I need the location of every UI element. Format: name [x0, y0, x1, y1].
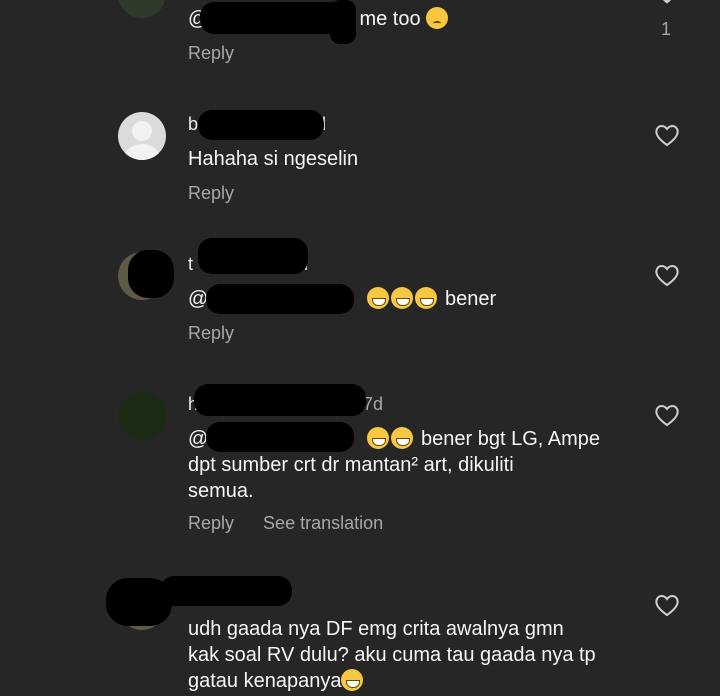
grinning-emoji — [367, 427, 390, 449]
redaction — [128, 250, 174, 298]
heart-icon[interactable] — [654, 404, 680, 428]
reply-button[interactable]: Reply — [188, 43, 234, 63]
grinning-emoji — [367, 287, 390, 309]
redaction — [206, 422, 354, 452]
comment-2: bd Hahaha si ngeselin Reply — [0, 110, 720, 230]
grinning-emoji — [391, 287, 414, 309]
redaction — [198, 238, 308, 274]
comment-4: h 7d @ bener bgt LG, Ampe dpt sumber crt … — [0, 384, 720, 540]
timestamp: 7d — [363, 394, 384, 414]
redaction — [160, 576, 292, 606]
heart-icon[interactable] — [654, 594, 680, 618]
redaction — [330, 0, 356, 44]
reply-button[interactable]: Reply — [188, 323, 234, 343]
comment-actions: Reply — [188, 43, 258, 64]
avatar[interactable] — [118, 392, 166, 440]
heart-icon[interactable] — [654, 264, 680, 288]
redaction — [194, 384, 366, 416]
comment-5: d udh gaada nya DF emg crita awalnya gmn… — [0, 576, 720, 696]
grinning-emoji — [341, 669, 364, 691]
grinning-emoji — [391, 427, 414, 449]
reply-button[interactable]: Reply — [188, 513, 234, 533]
see-translation-button[interactable]: See translation — [263, 513, 383, 533]
reply-button[interactable]: Reply — [188, 183, 234, 203]
comment-3: td @ bener Reply — [0, 238, 720, 370]
comment-actions: Reply See translation — [188, 513, 407, 534]
redaction — [198, 110, 324, 140]
chevron-down-icon[interactable] — [654, 0, 680, 14]
comment-text: udh gaada nya DF emg crita awalnya gmn k… — [188, 618, 596, 692]
like-count: 1 — [661, 19, 672, 39]
grinning-emoji — [415, 287, 438, 309]
comment-1: @ me too Reply 1 — [0, 0, 720, 70]
comment-actions: Reply — [188, 323, 258, 344]
redaction — [200, 2, 350, 34]
avatar[interactable] — [118, 0, 166, 18]
default-avatar-icon[interactable] — [118, 112, 166, 160]
crying-face-emoji — [426, 7, 449, 29]
redaction — [206, 284, 354, 314]
comment-text: Hahaha si ngeselin — [188, 148, 359, 170]
heart-icon[interactable] — [654, 124, 680, 148]
comment-actions: Reply — [188, 183, 258, 204]
